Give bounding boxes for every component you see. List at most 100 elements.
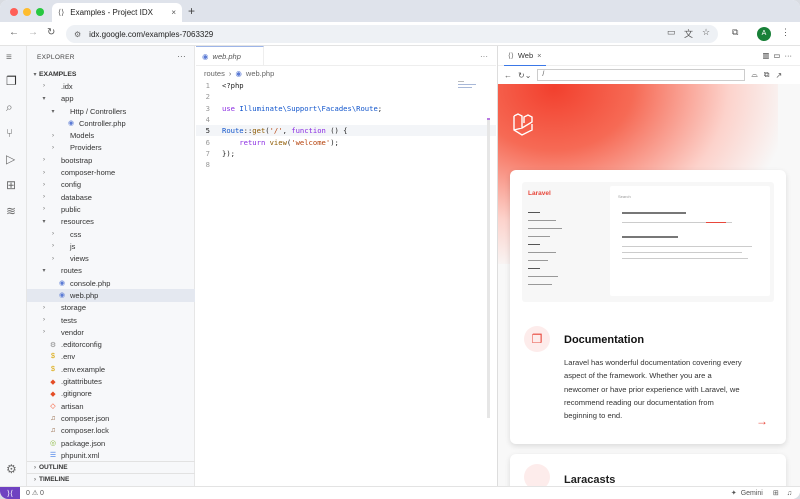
close-tab-icon[interactable]: × (171, 8, 176, 17)
outline-section[interactable]: › OUTLINE (27, 461, 195, 473)
editor-tab-web-php[interactable]: ◉ web.php (196, 46, 264, 65)
tree-file[interactable]: ◎ package.json (27, 437, 195, 449)
back-icon[interactable]: ← (9, 27, 19, 38)
bookmark-star-icon[interactable]: ☆ (702, 27, 710, 38)
browser-menu-icon[interactable]: ⋮ (781, 27, 790, 38)
maximize-window-icon[interactable] (36, 8, 44, 16)
settings-gear-icon[interactable]: ⚙ (6, 462, 17, 476)
tree-folder[interactable]: ▾ Http / Controllers (27, 105, 195, 117)
tree-folder[interactable]: ▾ app (27, 93, 195, 105)
preview-tab-web[interactable]: ⟨⟩ Web × (504, 46, 546, 66)
remote-icon[interactable]: ⟩⟨ (0, 486, 20, 499)
new-tab-button[interactable]: + (188, 4, 195, 18)
tree-folder[interactable]: › bootstrap (27, 154, 195, 166)
source-control-icon[interactable]: ⑂ (6, 126, 13, 140)
tree-folder[interactable]: › Providers (27, 142, 195, 154)
browser-tab[interactable]: ⟨⟩ Examples - Project IDX × (52, 3, 182, 22)
minimize-window-icon[interactable] (23, 8, 31, 16)
files-icon[interactable]: ❐ (6, 74, 17, 88)
forward-icon[interactable]: → (28, 27, 38, 38)
tree-folder[interactable]: › vendor (27, 326, 195, 338)
code-line[interactable]: 3 use Illuminate\Support\Facades\Route; (196, 103, 496, 114)
toggle-panel-icon[interactable]: ▭ (773, 51, 780, 60)
tree-file[interactable]: ◆ .gitignore (27, 388, 195, 400)
documentation-card[interactable]: Laravel Search ❒ Documentation Laravel h… (510, 170, 786, 444)
preview-more-icon[interactable]: ··· (785, 51, 793, 60)
translate-icon[interactable]: 文 (684, 27, 693, 40)
preview-tabs: ⟨⟩ Web × ▥ ▭ ··· (498, 46, 800, 66)
tree-item-label: .env (61, 352, 76, 362)
tree-file[interactable]: ◉ web.php (27, 289, 195, 302)
open-external-icon[interactable]: ↗ (775, 71, 782, 80)
idx-panel-icon[interactable]: ≋ (6, 204, 16, 218)
code-line[interactable]: 1 <?php (196, 80, 496, 91)
tree-folder[interactable]: ▾ resources (27, 216, 195, 228)
chevron-right-icon: › (52, 255, 54, 262)
code-line[interactable]: 8 (196, 159, 496, 170)
notifications-bell-icon[interactable]: ♫ (787, 490, 792, 497)
tree-file[interactable]: ⚙ .editorconfig (27, 339, 195, 351)
tree-file[interactable]: ♫ composer.lock (27, 425, 195, 437)
code-line[interactable]: 6 return view('welcome'); (196, 136, 496, 147)
tree-file[interactable]: ☰ phpunit.xml (27, 449, 195, 461)
tree-folder[interactable]: › views (27, 252, 195, 264)
profile-avatar[interactable]: A (757, 27, 771, 41)
close-preview-tab-icon[interactable]: × (537, 51, 541, 60)
split-editor-icon[interactable]: ▥ (762, 51, 769, 60)
tree-folder[interactable]: › tests (27, 314, 195, 326)
tree-folder[interactable]: › public (27, 203, 195, 215)
minimap[interactable] (458, 80, 480, 90)
tree-folder[interactable]: › config (27, 179, 195, 191)
copy-link-icon[interactable]: ⧉ (764, 70, 770, 80)
editor-more-icon[interactable]: ··· (480, 52, 488, 61)
tree-file[interactable]: ◉ console.php (27, 277, 195, 289)
tree-folder[interactable]: › .idx (27, 80, 195, 92)
tree-root[interactable]: ▾ EXAMPLES (27, 68, 195, 80)
gemini-label[interactable]: Gemini (741, 490, 763, 497)
tree-file[interactable]: $ .env.example (27, 363, 195, 375)
close-window-icon[interactable] (10, 8, 18, 16)
site-info-icon[interactable]: ⚙ (74, 30, 81, 39)
tree-file[interactable]: ◆ .gitattributes (27, 375, 195, 387)
editor-scrollbar[interactable] (487, 118, 490, 418)
tree-folder[interactable]: › database (27, 191, 195, 203)
cast-icon[interactable]: ▭ (667, 27, 676, 38)
tree-file[interactable]: ♫ composer.json (27, 412, 195, 424)
code-line[interactable]: 5 Route::get('/', function () { (196, 125, 496, 137)
screenshot-logo: Laravel (528, 190, 551, 197)
more-actions-icon[interactable]: ··· (177, 52, 186, 61)
line-number: 3 (205, 103, 210, 113)
preview-reload-icon[interactable]: ↻⌄ (518, 71, 531, 80)
device-icon[interactable]: ⌓ (751, 70, 757, 80)
problems-counter[interactable]: 0 ⚠ 0 (26, 489, 44, 497)
tree-folder[interactable]: › storage (27, 302, 195, 314)
laracasts-card[interactable]: Laracasts (510, 454, 786, 486)
run-debug-icon[interactable]: ▷ (6, 152, 15, 166)
arrow-right-icon[interactable]: → (756, 414, 768, 428)
breadcrumb-folder[interactable]: routes (204, 69, 225, 78)
tree-folder[interactable]: › composer-home (27, 166, 195, 178)
reload-icon[interactable]: ↻ (47, 27, 55, 38)
tree-folder[interactable]: › Models (27, 129, 195, 141)
tree-folder[interactable]: › css (27, 228, 195, 240)
tree-file[interactable]: ◇ artisan (27, 400, 195, 412)
breadcrumb-file[interactable]: web.php (246, 69, 274, 78)
url-field[interactable]: ⚙ idx.google.com/examples-7063329 (66, 25, 718, 43)
preview-back-icon[interactable]: ← (504, 71, 512, 80)
tree-folder[interactable]: › js (27, 240, 195, 252)
tree-folder[interactable]: ▾ routes (27, 265, 195, 277)
tree-file[interactable]: $ .env (27, 351, 195, 363)
code-area[interactable]: 1 <?php 2 3 use Illuminate\Support\Facades\R… (196, 80, 496, 170)
tree-file[interactable]: ◉ Controller.php (27, 117, 195, 129)
search-icon[interactable]: ⌕ (6, 100, 13, 115)
explorer-title: EXPLORER (37, 53, 75, 61)
code-line[interactable]: 2 (196, 91, 496, 102)
code-line[interactable]: 7}); (196, 148, 496, 159)
code-line[interactable]: 4 (196, 114, 496, 125)
timeline-section[interactable]: › TIMELINE (27, 473, 195, 485)
extensions-icon[interactable]: ⧉ (732, 27, 738, 38)
extensions-view-icon[interactable]: ⊞ (6, 178, 16, 192)
layout-icon[interactable]: ⊞ (773, 489, 779, 497)
preview-url-field[interactable]: / (537, 69, 746, 81)
hamburger-menu-icon[interactable]: ≡ (6, 52, 12, 63)
